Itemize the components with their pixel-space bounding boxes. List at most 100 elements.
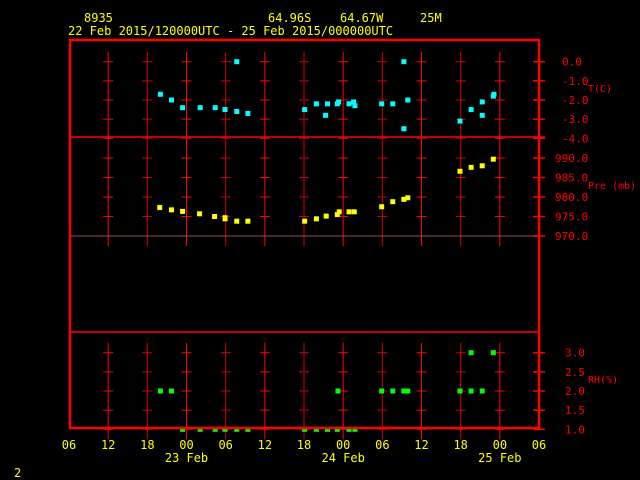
panel-temperature: 0.0 -1.0 -2.0 -3.0 -4.0 T(C) (103, 51, 612, 149)
data-point-pressure (168, 207, 174, 213)
data-point-temperature (405, 97, 411, 103)
y-tick-label: 985.0 (555, 172, 588, 185)
data-point-temperature (234, 108, 240, 114)
date-label: 24 Feb (321, 451, 364, 465)
x-tick-label: 18 (453, 438, 467, 452)
meteogram-chart: 8935 64.96S 64.67W 25M 22 Feb 2015/12000… (14, 11, 636, 480)
data-point-relative-humidity (479, 388, 485, 394)
data-point-pressure (379, 204, 385, 210)
x-tick-label: 12 (258, 438, 272, 452)
x-tick-label: 18 (297, 438, 311, 452)
data-point-temperature (234, 59, 240, 65)
date-label: 23 Feb (165, 451, 208, 465)
data-point-temperature (168, 97, 174, 103)
y-tick-label: -4.0 (562, 132, 589, 145)
data-point-relative-humidity (457, 388, 463, 394)
data-point-pressure (222, 216, 228, 222)
y-axis-label: Pre (mb) (588, 181, 636, 192)
data-point-pressure (157, 205, 163, 211)
data-point-temperature (390, 101, 396, 107)
y-tick-label: 2.5 (565, 366, 585, 379)
y-tick-label: -3.0 (562, 113, 589, 126)
data-point-temperature (157, 91, 163, 97)
data-point-pressure (457, 168, 463, 174)
y-axis-label: RH(%) (588, 375, 618, 386)
time-period: 22 Feb 2015/120000UTC - 25 Feb 2015/0000… (68, 24, 393, 38)
data-point-relative-humidity (468, 350, 474, 356)
y-tick-label: 1.5 (565, 404, 585, 417)
data-point-pressure (313, 216, 319, 222)
station-id: 8935 (84, 11, 113, 25)
y-axis-label: T(C) (588, 84, 612, 95)
x-tick-label: 06 (375, 438, 389, 452)
date-label: 25 Feb (478, 451, 521, 465)
x-tick-label: 06 (532, 438, 546, 452)
panel-pressure: 990.0 985.0 980.0 975.0 970.0 Pre (mb) (70, 148, 636, 246)
data-point-pressure (245, 218, 251, 224)
y-tick-label: 990.0 (555, 152, 588, 165)
data-point-temperature (323, 112, 329, 118)
data-point-pressure (390, 199, 396, 205)
data-point-pressure (405, 195, 411, 201)
data-point-temperature (401, 59, 407, 65)
y-tick-label: -2.0 (562, 94, 589, 107)
y-tick-label: 2.0 (565, 385, 585, 398)
data-point-temperature (180, 105, 186, 111)
data-point-relative-humidity (335, 388, 341, 394)
y-tick-label: 970.0 (555, 230, 588, 243)
data-point-pressure (479, 163, 485, 169)
x-tick-label: 06 (218, 438, 232, 452)
data-point-relative-humidity (468, 388, 474, 394)
data-point-temperature (212, 105, 218, 111)
data-point-temperature (457, 118, 463, 124)
x-tick-label: 06 (62, 438, 76, 452)
x-tick-label: 12 (101, 438, 115, 452)
x-tick-label: 00 (336, 438, 350, 452)
x-tick-label: 00 (493, 438, 507, 452)
data-point-temperature (401, 126, 407, 132)
data-point-relative-humidity (168, 388, 174, 394)
x-tick-label: 18 (140, 438, 154, 452)
y-tick-label: -1.0 (562, 75, 589, 88)
y-tick-label: 975.0 (555, 211, 588, 224)
data-point-pressure (490, 156, 496, 162)
y-tick-label: 1.0 (565, 423, 585, 436)
page-number: 2 (14, 466, 21, 480)
x-tick-label: 12 (414, 438, 428, 452)
data-point-pressure (468, 164, 474, 170)
data-point-pressure (197, 211, 203, 217)
y-tick-label: 0.0 (562, 56, 582, 69)
data-point-temperature (491, 91, 497, 97)
data-point-pressure (323, 213, 329, 219)
data-point-pressure (346, 209, 352, 215)
data-point-temperature (222, 107, 228, 113)
plot-area: 0.0 -1.0 -2.0 -3.0 -4.0 T(C) 990.0 985.0 980.0 97… (62, 38, 636, 465)
data-point-temperature (325, 101, 330, 107)
data-point-temperature (336, 99, 342, 105)
data-point-temperature (313, 101, 319, 107)
station-elevation: 25M (420, 11, 442, 25)
data-point-temperature (468, 107, 474, 113)
data-point-pressure (351, 209, 357, 215)
data-point-temperature (197, 105, 203, 111)
data-point-relative-humidity (490, 350, 496, 356)
x-tick-label: 00 (179, 438, 193, 452)
data-point-pressure (212, 214, 218, 219)
station-longitude: 64.67W (340, 11, 384, 25)
data-point-relative-humidity (157, 388, 163, 394)
data-point-relative-humidity (379, 388, 385, 394)
data-point-temperature (479, 99, 485, 105)
data-point-pressure (302, 218, 308, 224)
data-point-temperature (479, 112, 485, 118)
panel-relative-humidity: 3.0 2.5 2.0 1.5 1.0 RH(%) (103, 342, 618, 440)
data-point-temperature (245, 110, 251, 116)
y-tick-label: 3.0 (565, 347, 585, 360)
data-point-temperature (346, 101, 352, 107)
data-point-relative-humidity (390, 388, 396, 394)
data-point-pressure (336, 209, 342, 215)
data-point-pressure (180, 208, 186, 214)
data-point-pressure (234, 218, 240, 224)
data-point-temperature (379, 101, 385, 107)
station-latitude: 64.96S (268, 11, 311, 25)
data-point-relative-humidity (405, 388, 411, 394)
